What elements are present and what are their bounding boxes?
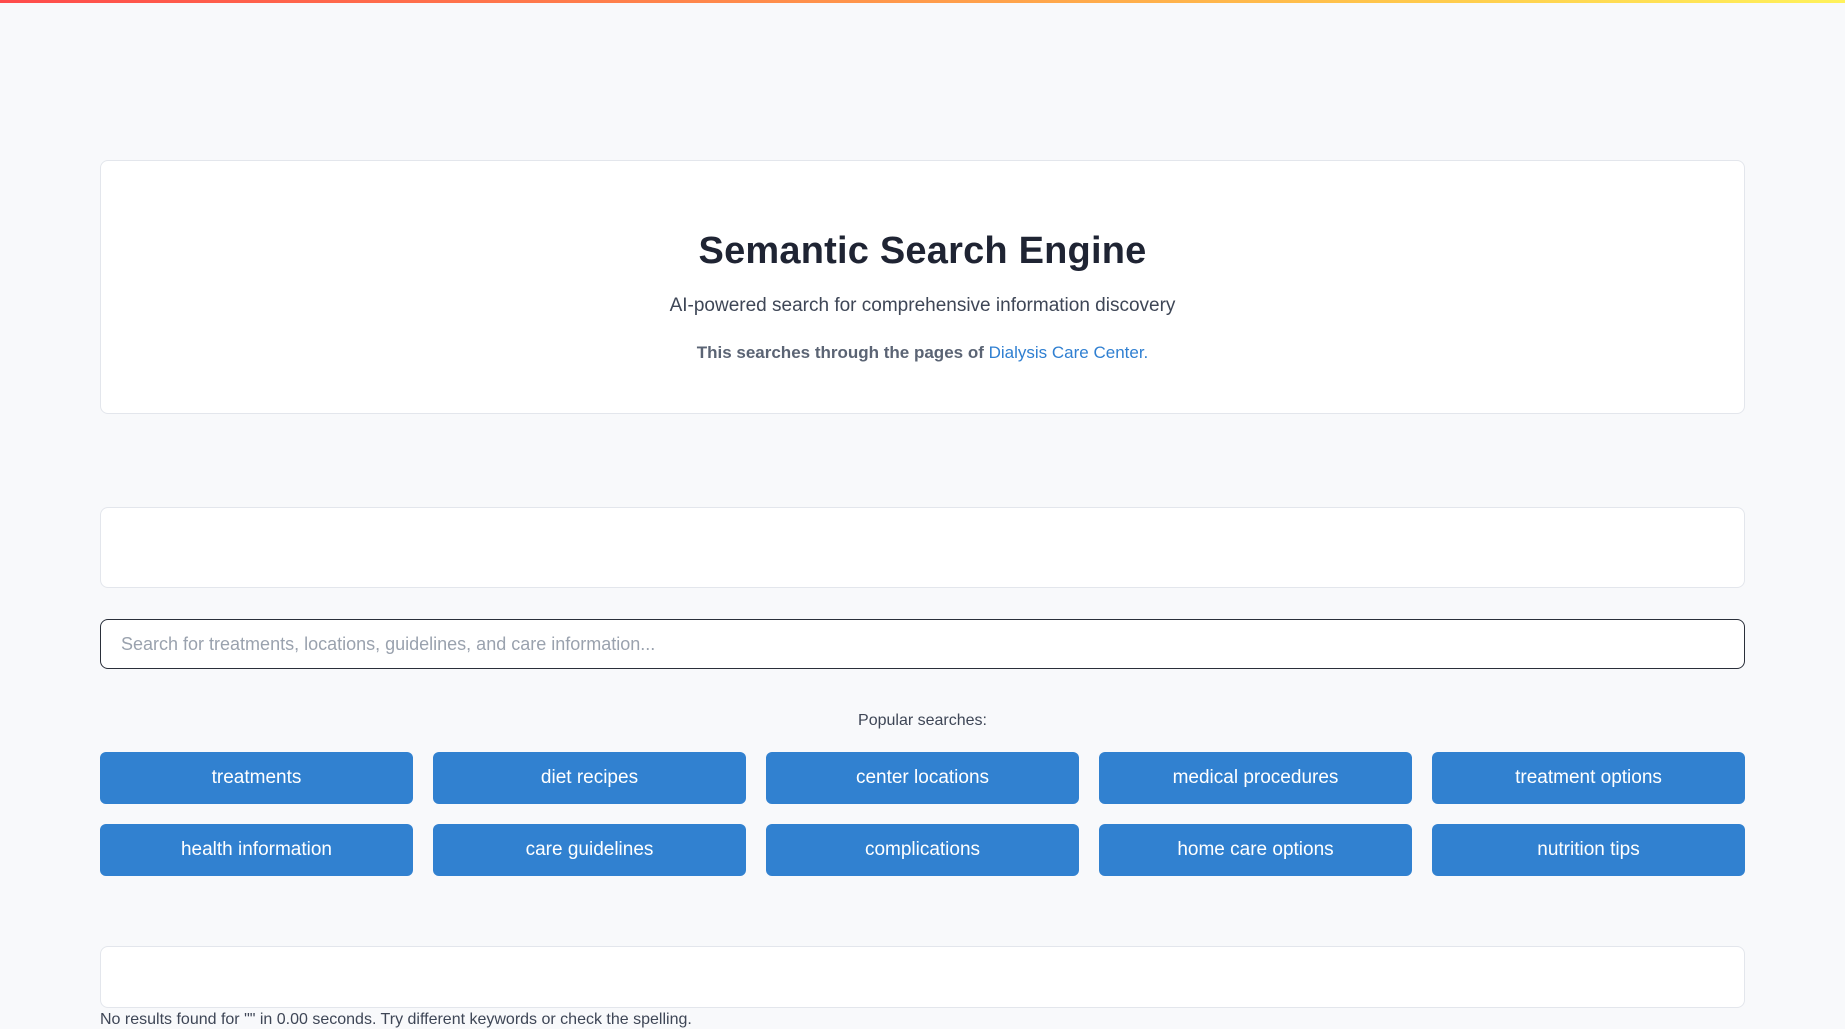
empty-panel [100, 507, 1745, 588]
popular-search-nutrition-tips[interactable]: nutrition tips [1432, 824, 1745, 876]
page-title: Semantic Search Engine [698, 230, 1147, 272]
popular-search-home-care-options[interactable]: home care options [1099, 824, 1412, 876]
popular-search-treatment-options[interactable]: treatment options [1432, 752, 1745, 804]
page-subtitle: AI-powered search for comprehensive info… [669, 295, 1176, 316]
source-note: This searches through the pages of Dialy… [101, 343, 1744, 363]
popular-searches-grid: treatments diet recipes center locations… [100, 752, 1745, 876]
popular-search-center-locations[interactable]: center locations [766, 752, 1079, 804]
results-status-text: No results found for "" in 0.00 seconds.… [100, 1011, 692, 1028]
popular-search-diet-recipes[interactable]: diet recipes [433, 752, 746, 804]
search-box[interactable] [100, 619, 1745, 669]
source-note-text: This searches through the pages of [696, 343, 984, 362]
popular-search-care-guidelines[interactable]: care guidelines [433, 824, 746, 876]
popular-search-treatments[interactable]: treatments [100, 752, 413, 804]
search-input[interactable] [101, 620, 1744, 668]
popular-search-complications[interactable]: complications [766, 824, 1079, 876]
popular-searches-label: Popular searches: [858, 712, 987, 729]
source-site-link[interactable]: Dialysis Care Center. [989, 343, 1149, 362]
header-card: Semantic Search Engine AI-powered search… [100, 160, 1745, 414]
results-panel [100, 946, 1745, 1008]
popular-search-medical-procedures[interactable]: medical procedures [1099, 752, 1412, 804]
popular-search-health-information[interactable]: health information [100, 824, 413, 876]
top-decoration-bar [0, 0, 1845, 3]
